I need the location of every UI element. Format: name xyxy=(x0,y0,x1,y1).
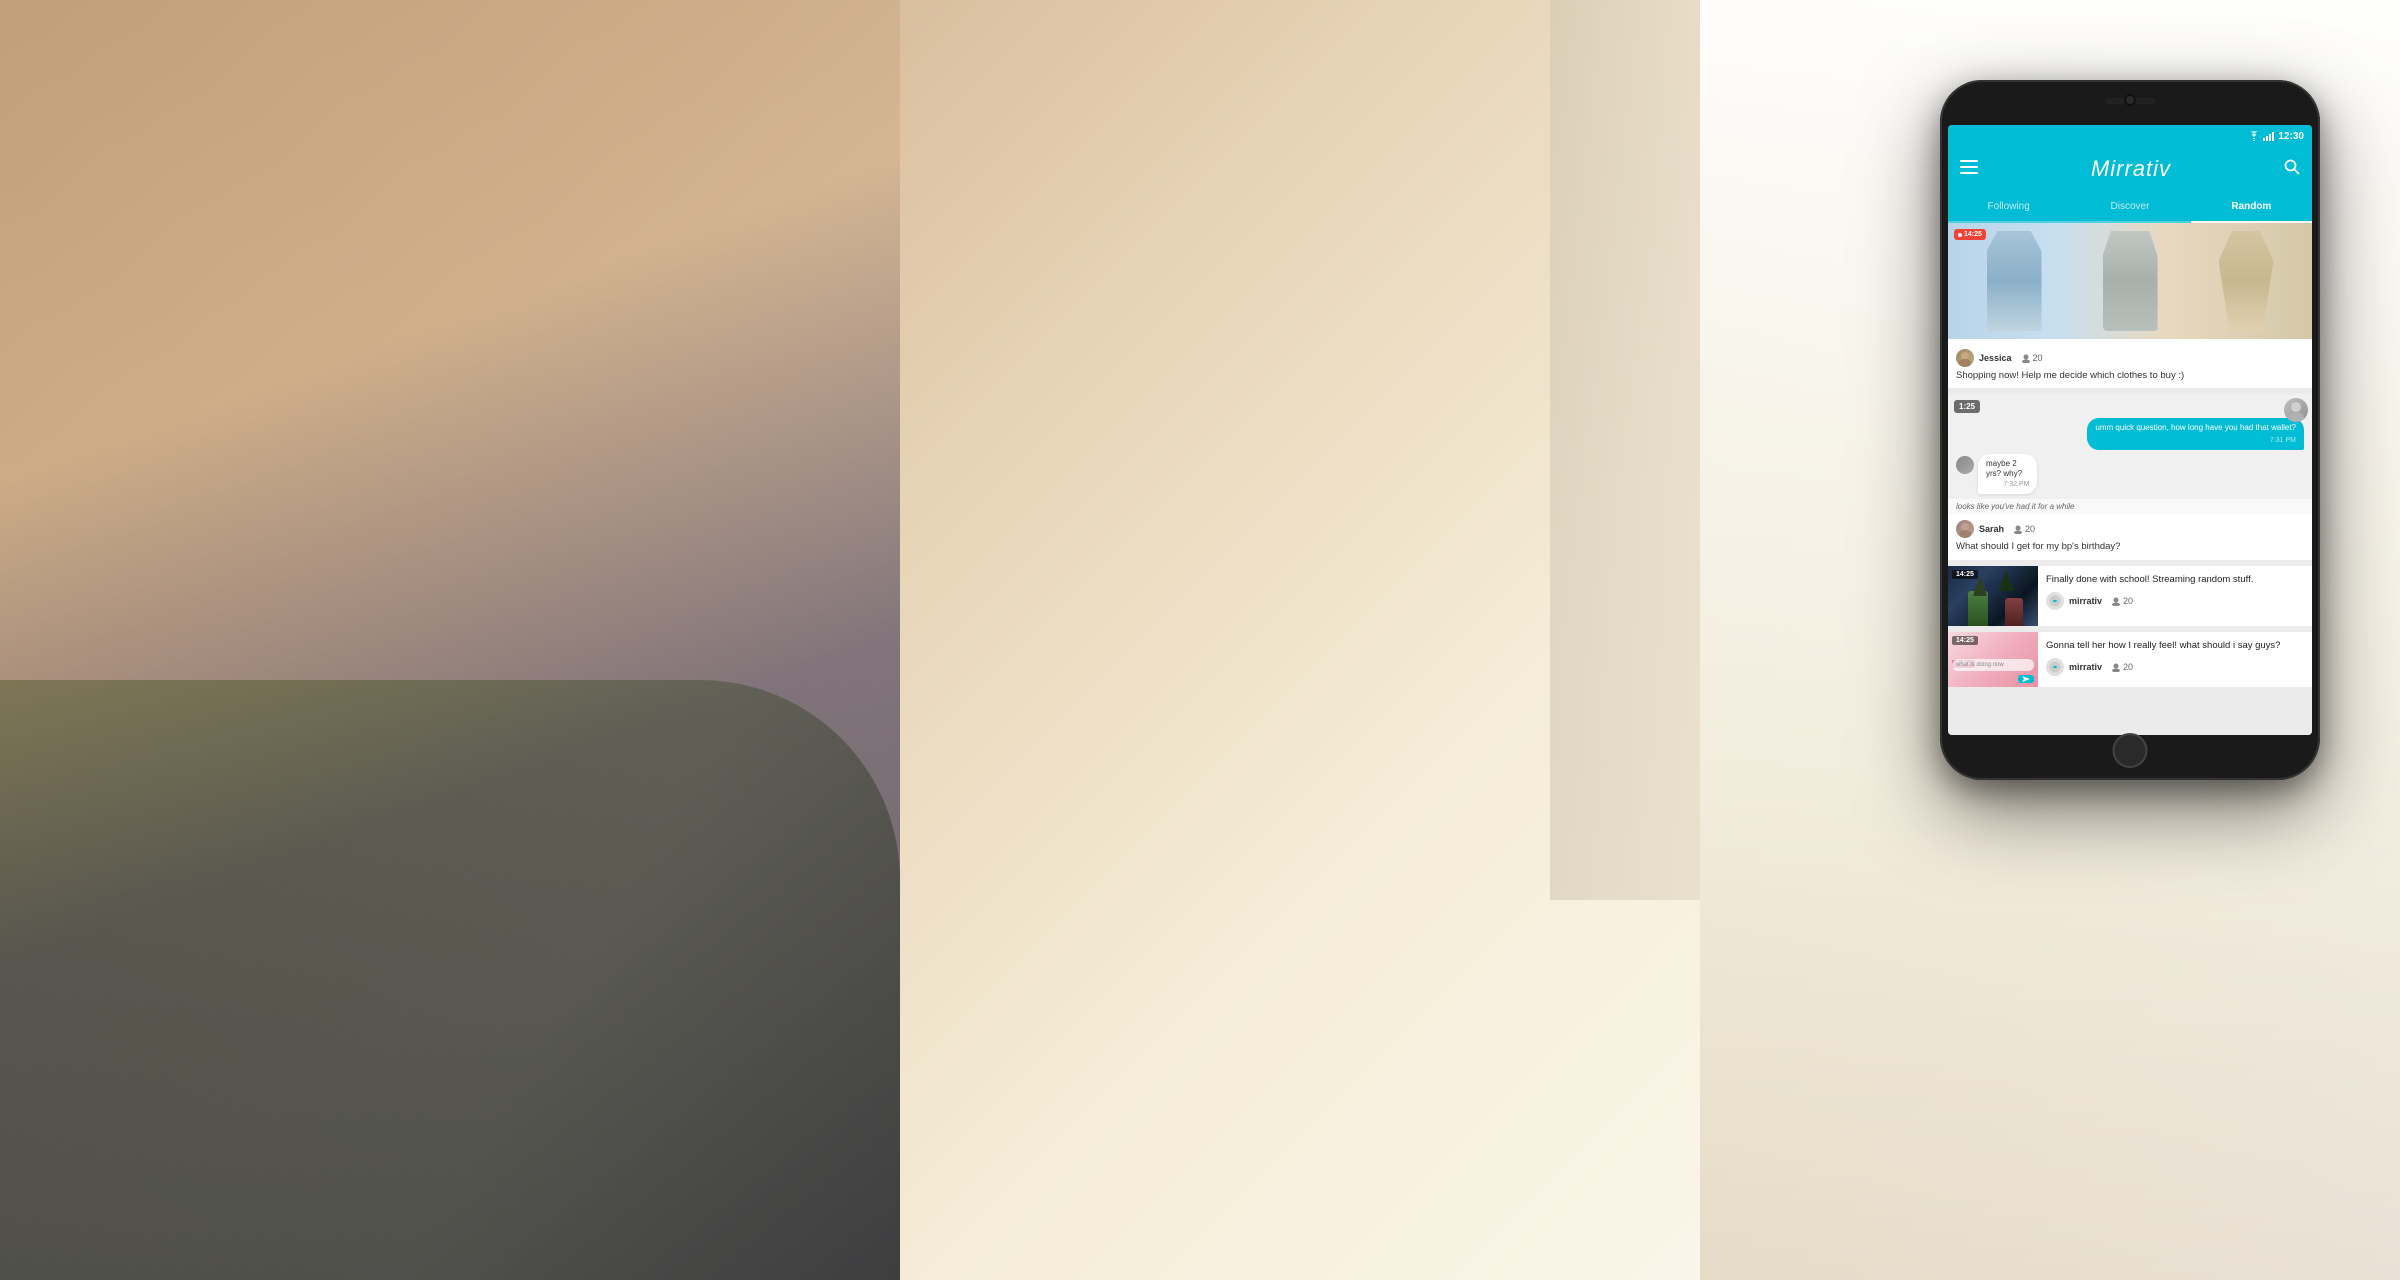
stream-card-shopping[interactable]: 14:25 Jessica xyxy=(1948,223,2312,388)
pink-send-btn[interactable] xyxy=(2018,675,2034,683)
live-badge: 14:25 xyxy=(1954,229,1986,240)
pink-timer: 14:25 xyxy=(1952,636,1978,645)
tabs-bar: Following Discover Random xyxy=(1948,191,2312,223)
phone-device: 12:30 Mirrativ xyxy=(1940,80,2320,780)
chat-bubble-right: umm quick question, how long have you ha… xyxy=(2087,418,2304,449)
curtain xyxy=(1550,0,1700,900)
stream-desc-chat: What should I get for my bp's birthday? xyxy=(1956,541,2304,553)
phone-screen: 12:30 Mirrativ xyxy=(1948,125,2312,735)
stream-card-chat[interactable]: 1:25 umm quick question, how long have y… xyxy=(1948,394,2312,559)
pink-thumb-bg: 14:25 hello- what is doing now xyxy=(1948,632,2038,687)
status-icons: 12:30 xyxy=(2248,131,2304,142)
card-right-info-game: Finally done with school! Streaming rand… xyxy=(2038,566,2312,626)
username-jessica: Jessica xyxy=(1979,353,2012,363)
viewer-count-4: 20 xyxy=(2111,662,2133,672)
tab-discover[interactable]: Discover xyxy=(2069,191,2190,223)
clothes-beige xyxy=(2219,231,2274,331)
pink-chat-input: what is doing now xyxy=(1952,659,2034,671)
card-thumbnail-shopping: 14:25 xyxy=(1948,223,2312,343)
menu-icon[interactable] xyxy=(1960,160,1978,178)
viewer-count-2: 20 xyxy=(2013,524,2035,534)
user-row-2: Sarah 20 xyxy=(1956,520,2304,538)
home-button[interactable] xyxy=(2113,733,2148,768)
clothes-grey xyxy=(2103,231,2158,331)
chat-overlay: looks like you've had it for a while xyxy=(1948,499,2312,514)
card-right-info-pink: Gonna tell her how I really feel! what s… xyxy=(2038,632,2312,687)
pink-thumbnail: 14:25 hello- what is doing now xyxy=(1948,632,2038,687)
signal-icon xyxy=(2263,131,2275,141)
card-thumbnail-chat: 1:25 umm quick question, how long have y… xyxy=(1948,394,2312,514)
status-time: 12:30 xyxy=(2278,131,2304,142)
chat-bubble-left: maybe 2 yrs? why? 7:32 PM xyxy=(1978,454,2037,494)
stream-card-game[interactable]: 14:25 Finally done with school! Streamin… xyxy=(1948,566,2312,626)
app-header: Mirrativ xyxy=(1948,147,2312,191)
shopping-thumbnail-bg xyxy=(1948,223,2312,339)
game-thumbnail: 14:25 xyxy=(1948,566,2038,626)
tab-random[interactable]: Random xyxy=(2191,191,2312,223)
username-sarah: Sarah xyxy=(1979,524,2004,534)
game-timer: 14:25 xyxy=(1952,570,1978,579)
search-icon[interactable] xyxy=(2284,159,2300,180)
user-row-3: mirrativ 20 xyxy=(2046,592,2304,610)
viewer-count-1: 20 xyxy=(2021,353,2043,363)
card-info-shopping: Jessica 20 Shopping now! Help me decide … xyxy=(1948,343,2312,388)
person-silhouette xyxy=(0,0,900,1280)
phone-outer-shell: 12:30 Mirrativ xyxy=(1940,80,2320,780)
chat-avatar-sarah xyxy=(1956,456,1974,474)
avatar-sarah xyxy=(1956,520,1974,538)
card-info-chat: Sarah 20 What should I get for my bp's b… xyxy=(1948,514,2312,559)
stream-desc-game: Finally done with school! Streaming rand… xyxy=(2046,574,2304,587)
wifi-icon xyxy=(2248,131,2260,141)
username-mirrativ-2: mirrativ xyxy=(2069,662,2102,672)
stream-card-pink[interactable]: 14:25 hello- what is doing now xyxy=(1948,632,2312,687)
stream-feed[interactable]: 14:25 Jessica xyxy=(1948,223,2312,735)
phone-camera xyxy=(2124,94,2136,106)
viewer-count-3: 20 xyxy=(2111,596,2133,606)
status-bar: 12:30 xyxy=(1948,125,2312,147)
stream-desc-pink: Gonna tell her how I really feel! what s… xyxy=(2046,640,2304,653)
stream-desc-shopping: Shopping now! Help me decide which cloth… xyxy=(1956,370,2304,382)
avatar-mirrativ-1 xyxy=(2046,592,2064,610)
user-row: Jessica 20 xyxy=(1956,349,2304,367)
chat-timer-badge: 1:25 xyxy=(1954,400,1980,413)
username-mirrativ-1: mirrativ xyxy=(2069,596,2102,606)
avatar-jessica xyxy=(1956,349,1974,367)
clothes-blue xyxy=(1987,231,2042,331)
tab-following[interactable]: Following xyxy=(1948,191,2069,223)
user-row-4: mirrativ 20 xyxy=(2046,658,2304,676)
chat-preview-bg: 1:25 umm quick question, how long have y… xyxy=(1948,394,2312,514)
avatar-mirrativ-2 xyxy=(2046,658,2064,676)
app-title: Mirrativ xyxy=(2091,156,2171,182)
